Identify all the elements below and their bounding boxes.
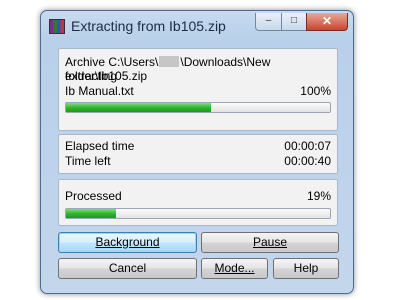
pause-button[interactable]: Pause — [201, 232, 339, 253]
overall-progress-fill — [66, 209, 117, 218]
maximize-button[interactable]: □ — [281, 13, 307, 31]
archive-path-prefix: Archive C:\Users\ — [65, 55, 159, 69]
window-title: Extracting from Ib105.zip — [71, 18, 226, 34]
time-left-row: Time left 00:00:40 — [65, 154, 331, 168]
action-label: extracting — [65, 69, 118, 83]
mode-button-label: Mode... — [214, 261, 255, 275]
file-progress-fill — [66, 103, 212, 112]
time-left-label: Time left — [65, 154, 111, 168]
archive-path-row: Archive C:\Users\ \Downloads\New folder\I… — [65, 55, 331, 83]
processed-row: Processed 19% — [65, 189, 331, 203]
help-button[interactable]: Help — [273, 258, 339, 279]
mode-button[interactable]: Mode... — [201, 258, 268, 279]
overall-progress-panel: Processed 19% — [58, 179, 338, 226]
winrar-books-icon — [49, 19, 65, 34]
elapsed-row: Elapsed time 00:00:07 — [65, 139, 331, 153]
time-left-value: 00:00:40 — [284, 154, 331, 168]
background-button[interactable]: Background — [58, 232, 197, 253]
processed-label: Processed — [65, 189, 122, 203]
elapsed-label: Elapsed time — [65, 139, 135, 153]
file-percent: 100% — [300, 84, 331, 98]
minimize-button[interactable]: – — [255, 13, 282, 31]
current-file-row: Ib Manual.txt 100% — [65, 84, 331, 98]
close-button[interactable]: ✕ — [306, 13, 348, 31]
redacted-username — [159, 56, 180, 67]
background-button-label: Background — [95, 235, 160, 249]
elapsed-value: 00:00:07 — [284, 139, 331, 153]
extraction-dialog: Extracting from Ib105.zip – □ ✕ Archive … — [40, 10, 354, 294]
pause-button-label: Pause — [252, 235, 288, 249]
timing-panel: Elapsed time 00:00:07 Time left 00:00:40 — [58, 134, 338, 174]
action-row: extracting — [65, 69, 331, 83]
overall-progress-bar — [65, 208, 331, 219]
file-progress-bar — [65, 102, 331, 113]
file-progress-panel: Archive C:\Users\ \Downloads\New folder\I… — [58, 48, 338, 131]
cancel-button[interactable]: Cancel — [58, 258, 197, 279]
current-file-name: Ib Manual.txt — [65, 84, 134, 98]
processed-percent: 19% — [306, 189, 331, 203]
title-bar[interactable]: Extracting from Ib105.zip – □ ✕ — [41, 11, 353, 41]
